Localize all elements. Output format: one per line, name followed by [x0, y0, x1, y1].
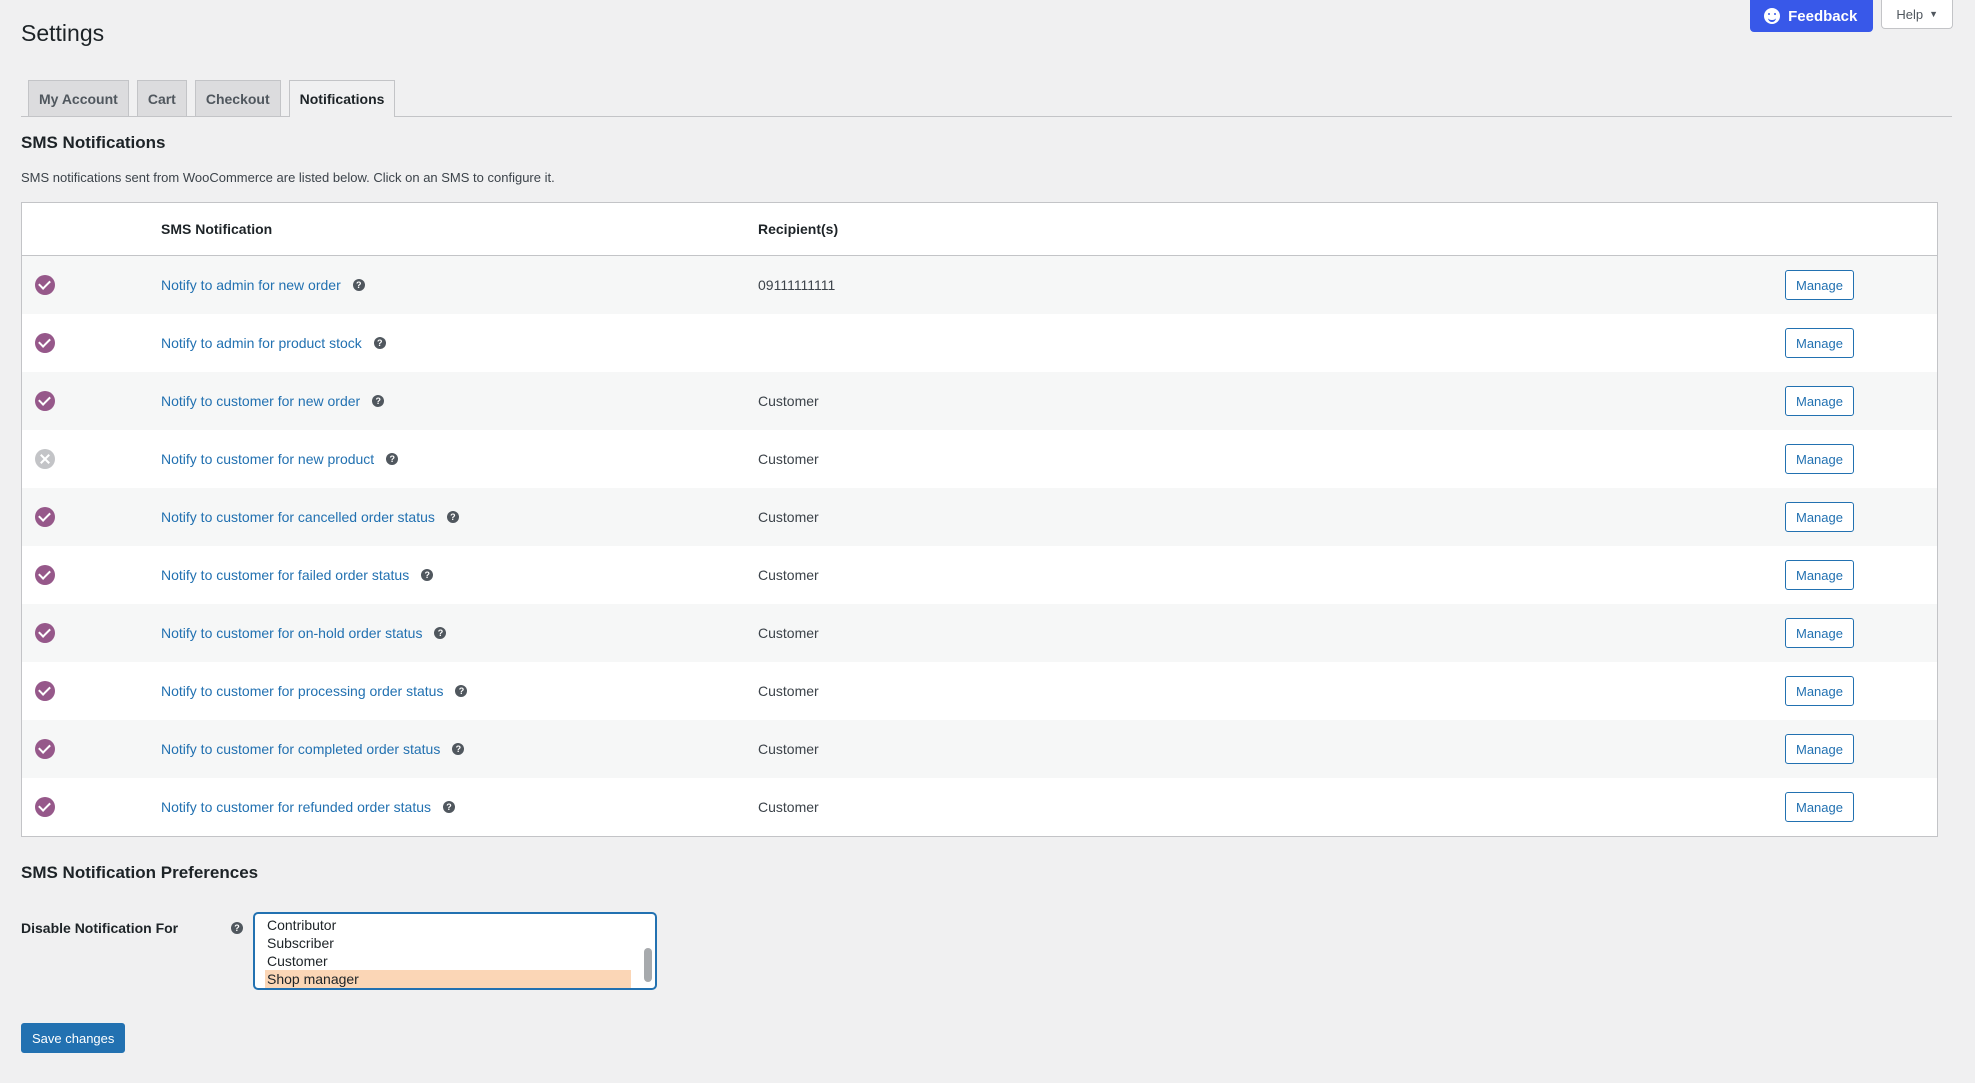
sms-section-title: SMS Notifications: [21, 133, 166, 152]
manage-button[interactable]: Manage: [1785, 386, 1854, 416]
disabled-x-icon: [35, 449, 55, 469]
notification-link[interactable]: Notify to customer for processing order …: [161, 683, 443, 699]
manage-button[interactable]: Manage: [1785, 270, 1854, 300]
table-body: Notify to admin for new order? 091111111…: [22, 256, 1937, 836]
table-row: Notify to customer for cancelled order s…: [22, 488, 1937, 546]
help-label: Help: [1896, 6, 1924, 22]
table-row: Notify to admin for product stock? Manag…: [22, 314, 1937, 372]
table-row: Notify to customer for new order? Custom…: [22, 372, 1937, 430]
notification-link[interactable]: Notify to customer for failed order stat…: [161, 567, 409, 583]
enabled-check-icon: [35, 333, 55, 353]
help-tip-icon[interactable]: ?: [455, 685, 468, 697]
role-option-subscriber[interactable]: Subscriber: [265, 934, 631, 952]
enabled-check-icon: [35, 507, 55, 527]
notification-link[interactable]: Notify to customer for on-hold order sta…: [161, 625, 422, 641]
manage-button[interactable]: Manage: [1785, 676, 1854, 706]
page-title: Settings: [21, 20, 105, 46]
table-row: Notify to customer for completed order s…: [22, 720, 1937, 778]
feedback-button[interactable]: Feedback: [1750, 0, 1874, 32]
notification-link[interactable]: Notify to customer for new product: [161, 451, 374, 467]
enabled-check-icon: [35, 739, 55, 759]
notification-link[interactable]: Notify to customer for cancelled order s…: [161, 509, 435, 525]
tab-cart[interactable]: Cart: [136, 80, 187, 116]
top-right-actions: Feedback Help ▼: [1750, 0, 1953, 32]
tab-checkout[interactable]: Checkout: [194, 80, 281, 116]
help-tip-icon[interactable]: ?: [421, 569, 434, 581]
sms-notifications-table: SMS Notification Recipient(s) Notify to …: [21, 202, 1938, 837]
tab-notifications[interactable]: Notifications: [288, 80, 396, 117]
enabled-check-icon: [35, 681, 55, 701]
notification-link[interactable]: Notify to customer for refunded order st…: [161, 799, 431, 815]
table-row: Notify to admin for new order? 091111111…: [22, 256, 1937, 314]
recipient-cell: Customer: [758, 393, 819, 409]
disable-notification-roles-select[interactable]: Contributor Subscriber Customer Shop man…: [254, 913, 656, 989]
help-button[interactable]: Help ▼: [1881, 0, 1953, 29]
manage-button[interactable]: Manage: [1785, 444, 1854, 474]
enabled-check-icon: [35, 565, 55, 585]
notification-link[interactable]: Notify to customer for completed order s…: [161, 741, 440, 757]
caret-down-icon: ▼: [1929, 9, 1938, 19]
notification-link[interactable]: Notify to admin for new order: [161, 277, 341, 293]
manage-button[interactable]: Manage: [1785, 792, 1854, 822]
recipient-cell: Customer: [758, 625, 819, 641]
disable-notification-label: Disable Notification For: [21, 920, 179, 936]
table-row: Notify to customer for failed order stat…: [22, 546, 1937, 604]
save-changes-button[interactable]: Save changes: [21, 1023, 126, 1053]
preferences-section-title: SMS Notification Preferences: [21, 863, 259, 882]
help-tip-icon[interactable]: ?: [372, 395, 385, 407]
recipient-cell: Customer: [758, 567, 819, 583]
help-tip-icon[interactable]: ?: [231, 922, 243, 934]
manage-button[interactable]: Manage: [1785, 502, 1854, 532]
help-tip-icon[interactable]: ?: [446, 511, 459, 523]
table-header: SMS Notification Recipient(s): [22, 203, 1937, 256]
feedback-label: Feedback: [1788, 7, 1858, 25]
help-tip-icon[interactable]: ?: [386, 453, 399, 465]
select-scrollbar[interactable]: [642, 918, 652, 984]
notification-column-header: SMS Notification: [161, 221, 273, 237]
help-tip-icon[interactable]: ?: [443, 801, 456, 813]
enabled-check-icon: [35, 797, 55, 817]
sms-description: SMS notifications sent from WooCommerce …: [21, 170, 555, 185]
help-tip-icon[interactable]: ?: [352, 279, 365, 291]
scrollbar-thumb[interactable]: [644, 948, 652, 982]
enabled-check-icon: [35, 623, 55, 643]
recipient-cell: Customer: [758, 509, 819, 525]
recipient-cell: Customer: [758, 683, 819, 699]
smiley-icon: [1764, 8, 1781, 24]
manage-button[interactable]: Manage: [1785, 618, 1854, 648]
manage-button[interactable]: Manage: [1785, 560, 1854, 590]
recipient-cell: 09111111111: [758, 277, 836, 293]
help-tip-icon[interactable]: ?: [373, 337, 386, 349]
role-option-customer[interactable]: Customer: [265, 952, 631, 970]
role-option-shop-manager[interactable]: Shop manager: [265, 970, 631, 988]
tab-my-account[interactable]: My Account: [28, 80, 129, 116]
notification-link[interactable]: Notify to admin for product stock: [161, 335, 362, 351]
recipients-column-header: Recipient(s): [758, 221, 839, 237]
help-tip-icon[interactable]: ?: [452, 743, 465, 755]
table-row: Notify to customer for processing order …: [22, 662, 1937, 720]
enabled-check-icon: [35, 391, 55, 411]
help-tip-icon[interactable]: ?: [434, 627, 447, 639]
settings-tabs: My Account Cart Checkout Notifications: [21, 80, 1952, 117]
table-row: Notify to customer for new product? Cust…: [22, 430, 1937, 488]
table-row: Notify to customer for on-hold order sta…: [22, 604, 1937, 662]
recipient-cell: Customer: [758, 799, 819, 815]
manage-button[interactable]: Manage: [1785, 328, 1854, 358]
table-row: Notify to customer for refunded order st…: [22, 778, 1937, 836]
recipient-cell: Customer: [758, 451, 819, 467]
manage-button[interactable]: Manage: [1785, 734, 1854, 764]
notification-link[interactable]: Notify to customer for new order: [161, 393, 360, 409]
enabled-check-icon: [35, 275, 55, 295]
role-option-contributor[interactable]: Contributor: [265, 916, 631, 934]
recipient-cell: Customer: [758, 741, 819, 757]
